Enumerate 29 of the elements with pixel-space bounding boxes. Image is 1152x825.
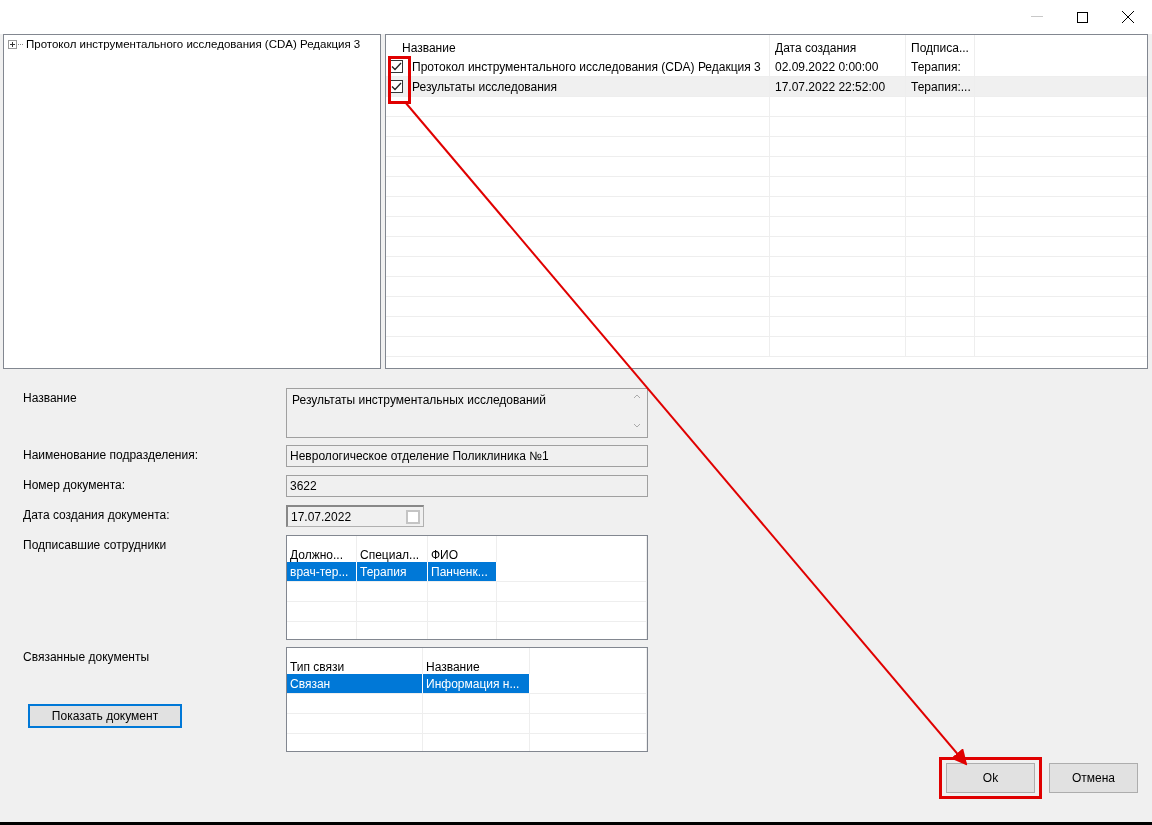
table-cell: Терапия:: [911, 59, 961, 74]
field-label: Номер документа:: [23, 478, 126, 492]
show-document-button[interactable]: Показать документ: [28, 704, 182, 728]
field-label: Наименование подразделения:: [23, 448, 198, 462]
dialog-button[interactable]: Отмена: [1049, 763, 1138, 793]
document-row[interactable]: Результаты исследования 17.07.2022 22:52:00 Терапия:...: [386, 77, 1147, 97]
column-header[interactable]: Дата создания: [770, 35, 906, 57]
field-label: Название: [23, 391, 77, 405]
field-label: Связанные документы: [23, 650, 150, 664]
column-header[interactable]: Подписа...: [906, 35, 975, 57]
name-field[interactable]: Результаты инструментальных исследований: [286, 388, 648, 438]
table-cell: 02.09.2022 0:00:00: [775, 59, 879, 74]
table-cell[interactable]: Информация н...: [423, 674, 530, 693]
field-label: Дата создания документа:: [23, 508, 170, 522]
table-cell[interactable]: Панченк...: [428, 562, 497, 581]
field-label: Подписавшие сотрудники: [23, 538, 167, 552]
number-field[interactable]: 3622: [286, 475, 648, 497]
tree-item[interactable]: Протокол инструментального исследования (CDA) Редакция 3: [26, 38, 361, 50]
table-cell: Протокол инструментального исследования (CDA) Редакция 3: [412, 59, 761, 74]
table-cell[interactable]: Терапия: [357, 562, 428, 581]
dialog-button[interactable]: Ok: [946, 763, 1035, 793]
table-cell: Результаты исследования: [412, 79, 558, 94]
table-cell[interactable]: Связан: [287, 674, 423, 693]
table-cell: Терапия:...: [911, 79, 971, 94]
column-header[interactable]: Название: [386, 35, 770, 57]
table-cell[interactable]: врач-тер...: [287, 562, 357, 581]
table-cell: 17.07.2022 22:52:00: [775, 79, 886, 94]
date-field[interactable]: 17.07.2022: [286, 505, 424, 527]
department-field[interactable]: Неврологическое отделение Поликлиника №1: [286, 445, 648, 467]
